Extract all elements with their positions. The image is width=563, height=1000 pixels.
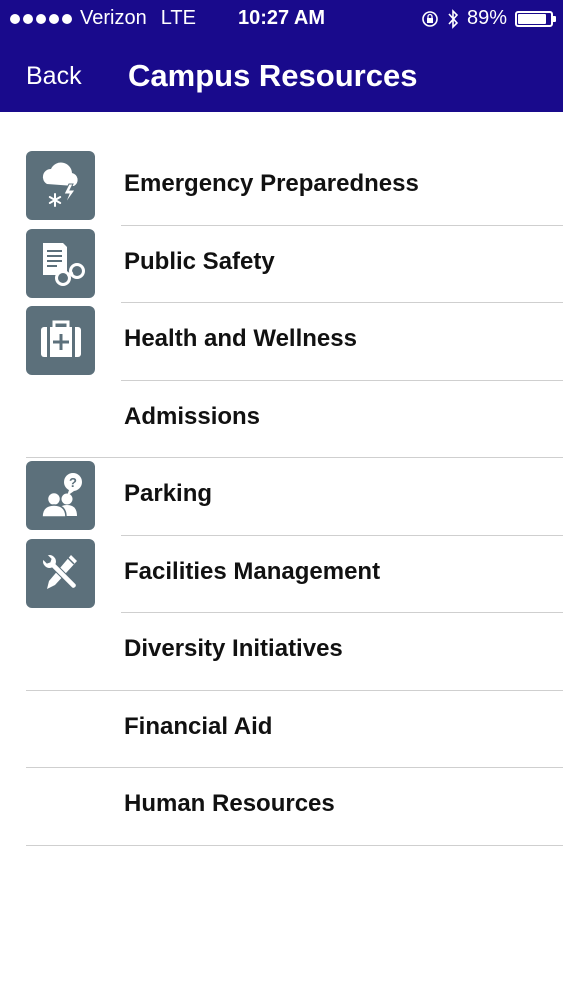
svg-text:?: ? — [69, 475, 77, 490]
list-item-label: Public Safety — [124, 247, 275, 275]
row-divider — [26, 844, 563, 846]
report-handcuffs-icon — [26, 228, 95, 298]
bluetooth-icon — [448, 8, 459, 29]
list-item-label: Parking — [124, 480, 213, 507]
list-item-label: Facilities Management — [124, 557, 381, 585]
list-item-health-and-wellness[interactable]: Health and Wellness — [0, 303, 563, 381]
status-bar: Verizon LTE 10:27 AM 89% — [0, 0, 563, 36]
list-item-label: Admissions — [124, 402, 261, 430]
battery-percent: 89% — [466, 7, 507, 29]
list-item-facilities-management[interactable]: Facilities Management — [0, 536, 563, 613]
weather-storm-icon — [26, 151, 95, 220]
list-item-parking[interactable]: ? Parking — [0, 458, 563, 536]
orientation-lock-icon — [422, 10, 438, 27]
list-item-admissions[interactable]: Admissions — [0, 381, 563, 458]
list-item-label: Health and Wellness — [124, 325, 357, 352]
list-item-emergency-preparedness[interactable]: Emergency Preparedness — [0, 148, 563, 226]
list-item-label: Emergency Preparedness — [124, 170, 419, 197]
resource-list: Emergency Preparedness Public Safety Hea… — [0, 148, 563, 846]
list-item-public-safety[interactable]: Public Safety — [0, 226, 563, 303]
back-button[interactable]: Back — [26, 62, 82, 91]
tools-icon — [26, 538, 95, 608]
list-item-diversity-initiatives[interactable]: Diversity Initiatives — [0, 613, 563, 691]
list-item-human-resources[interactable]: Human Resources — [0, 768, 563, 846]
page-title: Campus Resources — [128, 58, 418, 93]
people-question-icon: ? — [26, 461, 95, 530]
navigation-bar: Verizon LTE 10:27 AM 89% Back Campus Res… — [0, 0, 563, 112]
list-item-label: Human Resources — [124, 790, 335, 817]
battery-icon — [515, 10, 556, 27]
first-aid-kit-icon — [26, 306, 95, 375]
list-item-financial-aid[interactable]: Financial Aid — [0, 691, 563, 768]
list-item-label: Financial Aid — [124, 712, 273, 740]
list-item-label: Diversity Initiatives — [124, 635, 343, 662]
